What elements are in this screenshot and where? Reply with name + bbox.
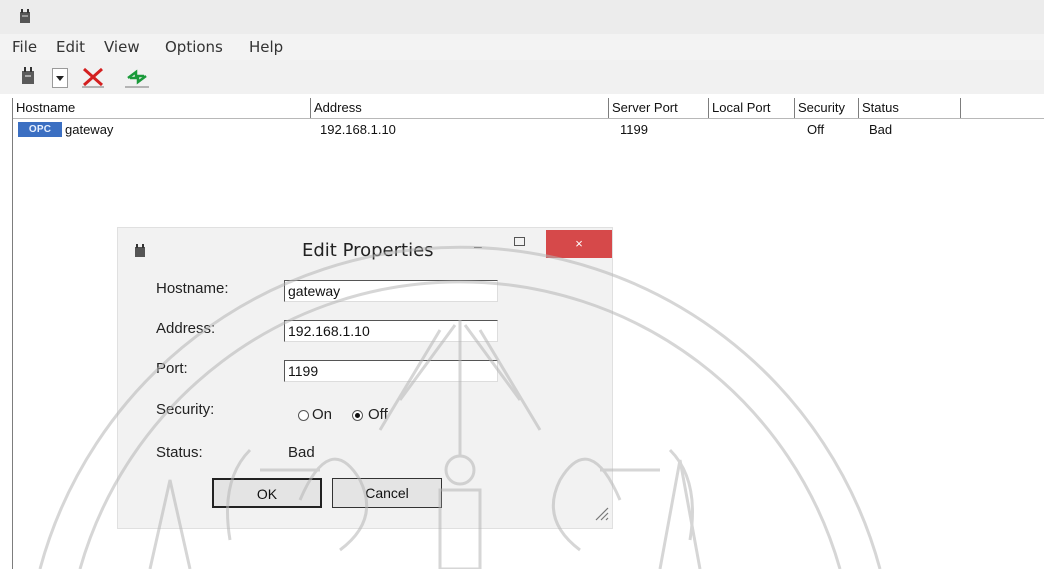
menu-edit[interactable]: Edit: [56, 38, 85, 56]
address-input[interactable]: [285, 321, 497, 341]
security-label: Security:: [156, 401, 215, 418]
address-field[interactable]: [284, 320, 498, 342]
add-server-button[interactable]: [16, 66, 42, 88]
add-server-dropdown[interactable]: [52, 68, 68, 88]
hostname-input[interactable]: [285, 281, 497, 301]
address-label: Address:: [156, 320, 216, 337]
cancel-button[interactable]: Cancel: [332, 478, 442, 508]
plug-server-icon: [20, 9, 30, 23]
port-label: Port:: [156, 360, 188, 377]
toolbar: [0, 60, 1044, 94]
opc-badge-icon: OPC: [18, 122, 62, 137]
column-address[interactable]: Address: [311, 98, 609, 118]
chevron-down-icon: [56, 76, 64, 81]
menu-help[interactable]: Help: [249, 38, 283, 56]
cell-hostname: gateway: [65, 122, 114, 137]
status-value: Bad: [288, 444, 315, 461]
cell-address: 192.168.1.10: [320, 122, 396, 137]
column-server-port[interactable]: Server Port: [609, 98, 709, 118]
maximize-button[interactable]: [514, 237, 525, 246]
menu-file[interactable]: File: [12, 38, 37, 56]
resize-grip-icon[interactable]: [592, 504, 610, 522]
port-field[interactable]: [284, 360, 498, 382]
cell-security: Off: [807, 122, 825, 137]
port-input[interactable]: [285, 361, 497, 381]
menu-view[interactable]: View: [104, 38, 140, 56]
security-on-radio[interactable]: [298, 410, 309, 421]
column-local-port[interactable]: Local Port: [709, 98, 795, 118]
plug-server-icon: [135, 244, 145, 257]
column-security[interactable]: Security: [795, 98, 859, 118]
status-label: Status:: [156, 444, 203, 461]
menu-bar: File Edit View Options Help: [0, 34, 1044, 60]
hostname-field[interactable]: [284, 280, 498, 302]
cell-server-port: 1199: [620, 122, 648, 137]
cell-status: Bad: [869, 122, 893, 137]
security-off-radio[interactable]: [352, 410, 363, 421]
close-button[interactable]: ×: [546, 230, 612, 258]
column-hostname[interactable]: Hostname: [13, 98, 311, 118]
refresh-button[interactable]: [122, 66, 152, 88]
security-on-label[interactable]: On: [312, 406, 332, 423]
hostname-label: Hostname:: [156, 280, 229, 297]
table-row[interactable]: OPC gateway 192.168.1.10 1199 Off Bad: [13, 120, 1044, 140]
list-header: Hostname Address Server Port Local Port …: [13, 98, 1044, 119]
dialog-title: Edit Properties: [302, 240, 434, 261]
green-arrows-icon: [127, 69, 147, 85]
column-status[interactable]: Status: [859, 98, 961, 118]
edit-properties-dialog: Edit Properties – × Hostname: Address: P…: [118, 228, 612, 528]
red-x-icon: [83, 67, 103, 87]
menu-options[interactable]: Options: [165, 38, 223, 56]
ok-button[interactable]: OK: [212, 478, 322, 508]
minimize-button[interactable]: –: [474, 238, 482, 254]
delete-button[interactable]: [80, 66, 106, 88]
title-bar: [0, 0, 1044, 34]
security-off-label[interactable]: Off: [368, 406, 388, 423]
